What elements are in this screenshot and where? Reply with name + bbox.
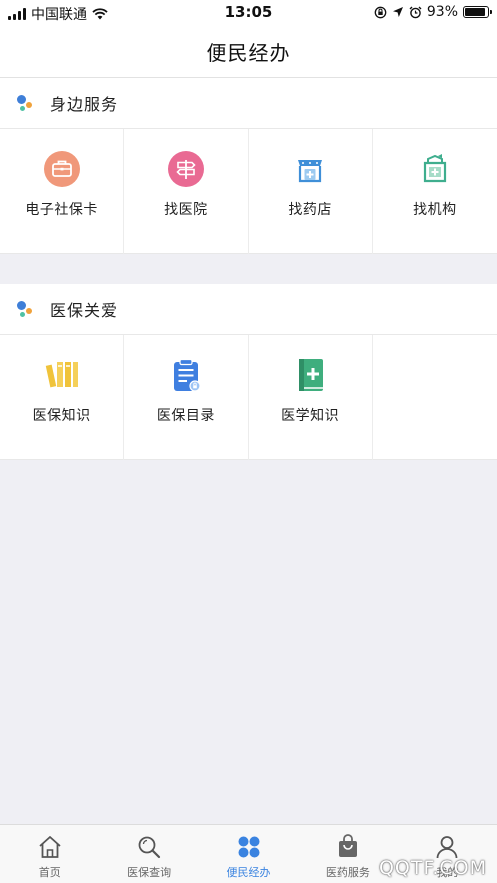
tab-label: 医药服务 xyxy=(325,866,370,879)
care-insurance-catalog[interactable]: 医保目录 xyxy=(124,335,249,460)
care-label: 医保目录 xyxy=(156,408,215,424)
medical-book-icon xyxy=(290,355,330,395)
rotation-lock-icon xyxy=(374,6,387,18)
care-empty-cell xyxy=(373,335,497,460)
section-dots-icon xyxy=(16,299,36,319)
service-label: 找医院 xyxy=(164,202,208,218)
books-icon xyxy=(42,355,82,395)
page-header: 便民经办 xyxy=(0,26,497,78)
section-dots-icon xyxy=(16,93,36,113)
service-label: 找机构 xyxy=(413,202,457,218)
page-title: 便民经办 xyxy=(206,41,291,65)
status-right: 93% xyxy=(374,4,492,20)
care-label: 医保知识 xyxy=(32,408,91,424)
bag-icon xyxy=(334,833,362,861)
service-label: 电子社保卡 xyxy=(25,202,98,218)
tab-insurance-query[interactable]: 医保查询 xyxy=(99,825,198,883)
care-insurance-knowledge[interactable]: 医保知识 xyxy=(0,335,125,460)
section-medical-insurance-care: 医保关爱 医保知识 医保目录 医学知识 xyxy=(0,284,497,460)
battery-percent: 93% xyxy=(426,4,458,20)
pharmacy-icon xyxy=(290,149,330,189)
care-medical-knowledge[interactable]: 医学知识 xyxy=(249,335,373,460)
service-e-social-card[interactable]: 电子社保卡 xyxy=(0,129,125,254)
tab-label: 首页 xyxy=(38,866,61,879)
briefcase-icon xyxy=(42,149,82,189)
battery-icon xyxy=(463,6,492,18)
clipboard-icon xyxy=(166,355,206,395)
alarm-icon xyxy=(409,6,422,18)
section-title: 身边服务 xyxy=(50,95,119,114)
location-icon xyxy=(392,7,403,17)
section-nearby-services: 身边服务 电子社保卡 找医院 找药店 找机构 xyxy=(0,78,497,254)
service-find-hospital[interactable]: 找医院 xyxy=(124,129,249,254)
section-header: 医保关爱 xyxy=(0,284,497,335)
tab-label: 便民经办 xyxy=(226,866,271,879)
care-grid: 医保知识 医保目录 医学知识 xyxy=(0,335,497,460)
service-find-pharmacy[interactable]: 找药店 xyxy=(249,129,373,254)
tab-label: 医保查询 xyxy=(127,866,172,879)
watermark: QQTF.COM xyxy=(378,857,487,879)
battery-fill xyxy=(465,8,486,16)
service-grid: 电子社保卡 找医院 找药店 找机构 xyxy=(0,129,497,254)
tab-convenience-services[interactable]: 便民经办 xyxy=(199,825,298,883)
home-icon xyxy=(36,833,64,861)
care-label: 医学知识 xyxy=(281,408,340,424)
grid-icon xyxy=(235,833,263,861)
service-label: 找药店 xyxy=(288,202,332,218)
institution-icon xyxy=(415,149,455,189)
tab-home[interactable]: 首页 xyxy=(0,825,99,883)
section-header: 身边服务 xyxy=(0,78,497,129)
status-bar: 中国联通 13:05 93% xyxy=(0,0,497,26)
search-icon xyxy=(135,833,163,861)
section-title: 医保关爱 xyxy=(50,301,119,320)
service-find-institution[interactable]: 找机构 xyxy=(373,129,497,254)
signpost-icon xyxy=(166,149,206,189)
